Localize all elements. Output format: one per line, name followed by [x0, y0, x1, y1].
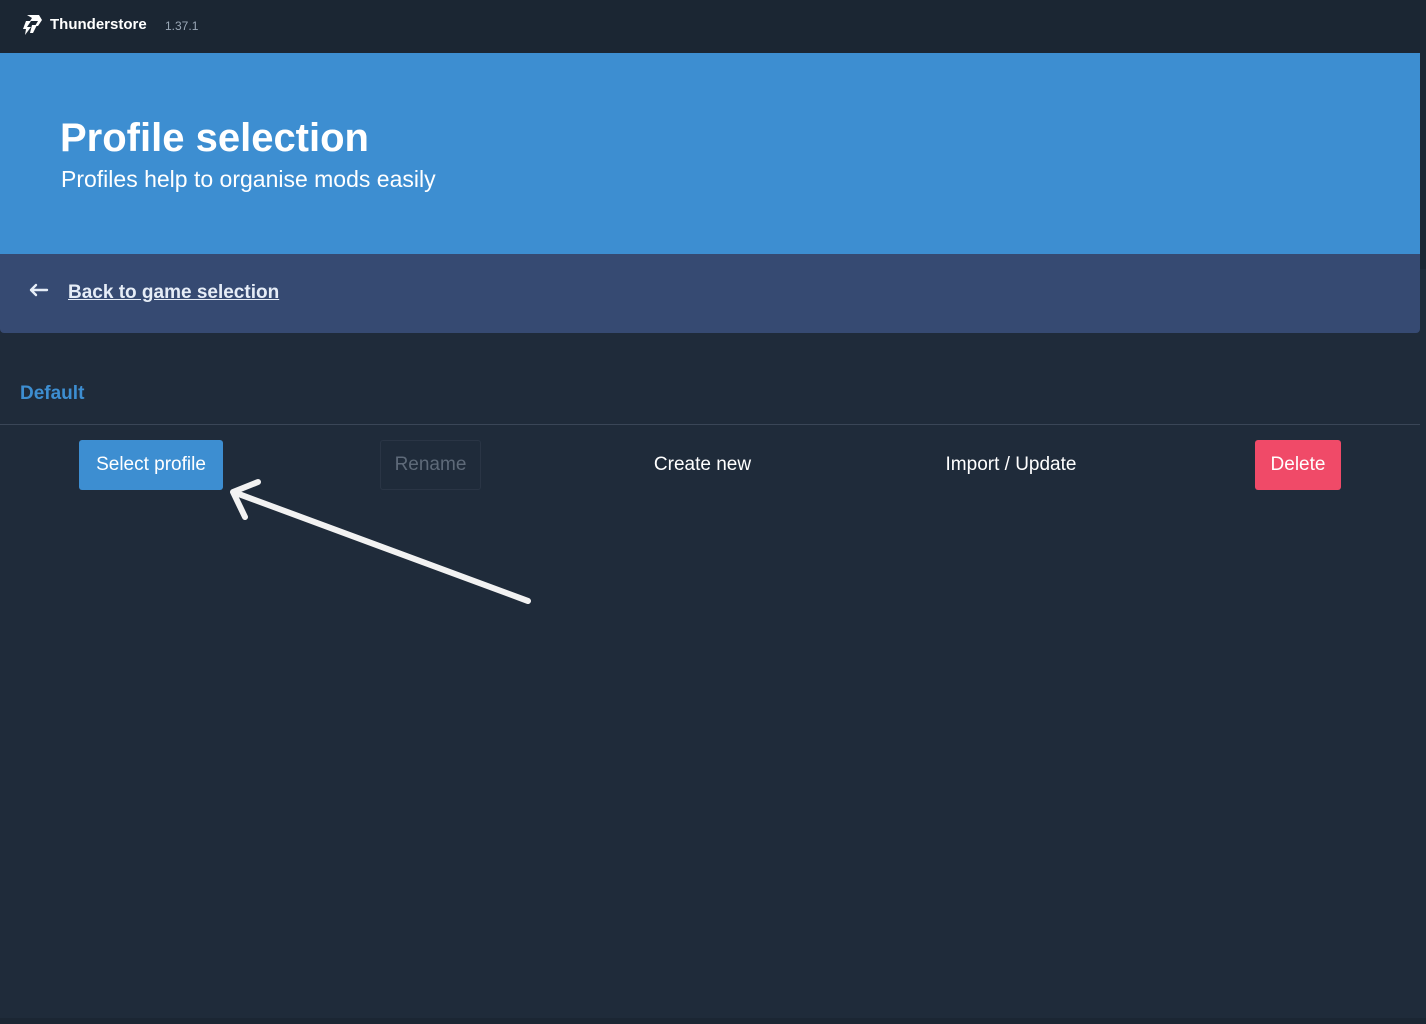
rename-button[interactable]: Rename — [380, 440, 481, 490]
title-bar: Thunderstore 1.37.1 — [0, 0, 1426, 53]
page-subtitle: Profiles help to organise mods easily — [61, 166, 436, 192]
app-window: Thunderstore 1.37.1 Profile selection Pr… — [0, 0, 1426, 1024]
page-title: Profile selection — [60, 116, 369, 160]
app-version: 1.37.1 — [165, 19, 199, 33]
app-name: Thunderstore — [50, 16, 147, 33]
create-new-button[interactable]: Create new — [640, 440, 765, 490]
import-update-button[interactable]: Import / Update — [930, 440, 1092, 490]
back-to-game-selection-link[interactable]: Back to game selection — [68, 282, 279, 304]
divider — [0, 424, 1420, 425]
arrow-left-icon[interactable] — [29, 282, 49, 298]
window-edge — [1420, 53, 1426, 269]
profile-item-default[interactable]: Default — [20, 383, 84, 405]
hero-banner: Profile selection Profiles help to organ… — [0, 53, 1420, 254]
window-bottom-edge — [0, 1018, 1426, 1024]
navigation-bar: Back to game selection — [0, 254, 1420, 333]
thunderstore-logo-icon — [23, 15, 42, 35]
delete-button[interactable]: Delete — [1255, 440, 1341, 490]
select-profile-button[interactable]: Select profile — [79, 440, 223, 490]
